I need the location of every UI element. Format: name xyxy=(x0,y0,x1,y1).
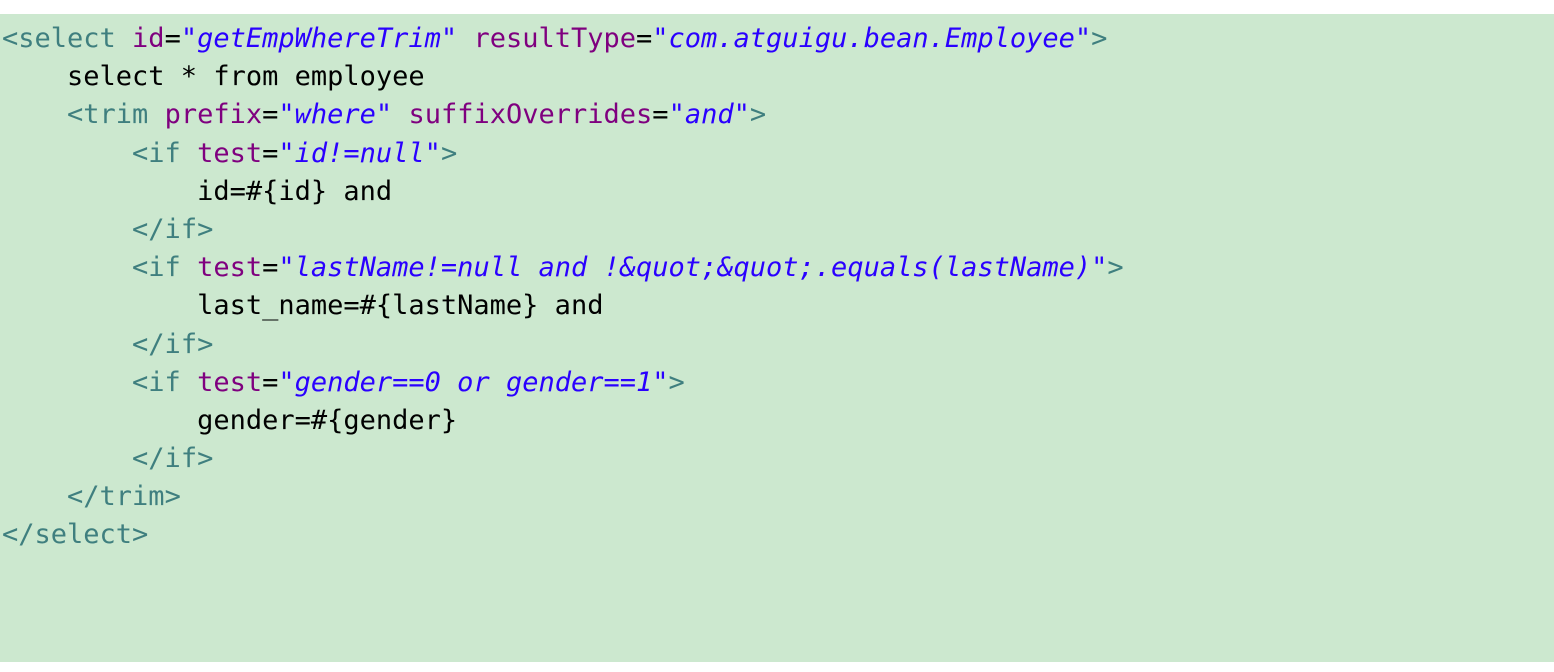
xml-tag-token: <trim xyxy=(67,99,165,131)
xml-attribute-token: test xyxy=(197,252,263,284)
code-line: <if test="lastName!=null and !&quot;&quo… xyxy=(2,249,1554,287)
xml-value-token: "and" xyxy=(668,99,750,131)
code-line: last_name=#{lastName} and xyxy=(2,287,1554,325)
xml-value-token: "gender==0 or gender==1" xyxy=(278,366,669,398)
xml-value-token: "id!=null" xyxy=(278,137,441,169)
xml-value-token: "where" xyxy=(278,99,393,131)
code-text-token: gender=#{gender} xyxy=(2,404,458,436)
xml-tag-token: </select> xyxy=(2,519,149,551)
code-text-token: last_name=#{lastName} and xyxy=(2,290,604,322)
code-line: <if test="gender==0 or gender==1"> xyxy=(2,364,1554,402)
code-line: gender=#{gender} xyxy=(2,402,1554,440)
xml-attribute-token: test xyxy=(197,366,263,398)
xml-tag-token: > xyxy=(668,366,685,398)
xml-tag-token: <if xyxy=(132,366,198,398)
xml-tag-token: <if xyxy=(132,137,198,169)
xml-attribute-token: test xyxy=(197,137,263,169)
code-text-token: id=#{id} and xyxy=(2,175,393,207)
xml-tag-token: </if> xyxy=(132,213,214,245)
xml-value-token: "getEmpWhereTrim" xyxy=(180,23,458,54)
xml-tag-token: </if> xyxy=(132,443,214,475)
code-line: <trim prefix="where" suffixOverrides="an… xyxy=(2,96,1554,134)
code-line: </if> xyxy=(2,211,1554,249)
xml-tag-token: </trim> xyxy=(67,481,181,513)
xml-attribute-token: id xyxy=(132,23,165,54)
code-text-token: select * from employee xyxy=(2,61,425,93)
code-line: </trim> xyxy=(2,478,1554,516)
xml-tag-token: > xyxy=(749,99,767,131)
code-line: </if> xyxy=(2,440,1554,478)
code-text-token: = xyxy=(262,252,279,284)
code-text-token: = xyxy=(636,23,653,54)
code-text-token: = xyxy=(652,99,669,131)
code-line: id=#{id} and xyxy=(2,173,1554,211)
xml-attribute-token: prefix xyxy=(164,99,263,131)
code-text-token: = xyxy=(164,23,181,54)
xml-attribute-token: suffixOverrides xyxy=(408,99,653,131)
xml-tag-token: <if xyxy=(132,252,198,284)
xml-tag-token: > xyxy=(1107,252,1124,284)
code-line: select * from employee xyxy=(2,58,1554,96)
xml-tag-token: </if> xyxy=(132,328,214,360)
xml-value-token: "com.atguigu.bean.Employee" xyxy=(652,23,1092,54)
code-line: </if> xyxy=(2,326,1554,364)
code-line: </select> xyxy=(2,516,1554,554)
xml-tag-token: <select xyxy=(2,23,133,54)
code-text-area[interactable]: <select id="getEmpWhereTrim" resultType=… xyxy=(0,14,1554,555)
code-text-token: = xyxy=(262,137,279,169)
xml-value-token: "lastName!=null and !&quot;&quot;.equals… xyxy=(278,252,1108,284)
code-line: <select id="getEmpWhereTrim" resultType=… xyxy=(2,20,1554,58)
code-line: <if test="id!=null"> xyxy=(2,135,1554,173)
code-text-token: = xyxy=(262,99,279,131)
xml-tag-token: > xyxy=(1091,23,1108,54)
code-editor[interactable]: <select id="getEmpWhereTrim" resultType=… xyxy=(0,14,1554,662)
code-text-token: = xyxy=(262,366,279,398)
xml-attribute-token: resultType xyxy=(473,23,636,54)
xml-tag-token: > xyxy=(440,137,458,169)
